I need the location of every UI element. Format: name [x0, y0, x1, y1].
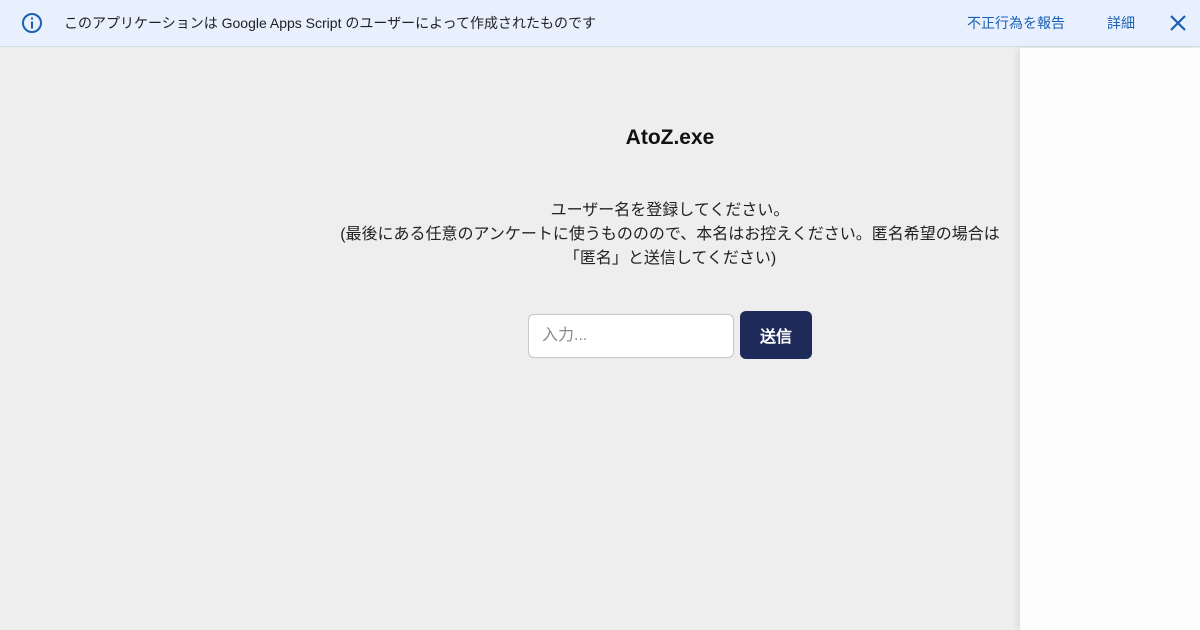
page-title: AtoZ.exe — [625, 126, 715, 149]
banner-message: このアプリケーションは Google Apps Script のユーザーによって… — [64, 15, 596, 31]
instructions-line-1: ユーザー名を登録してください。 — [550, 202, 790, 219]
instructions-line-2: (最後にある任意のアンケートに使うもののので、本名はお控えください。匿名希望の場… — [340, 226, 1000, 243]
close-icon[interactable] — [1168, 13, 1188, 33]
details-link[interactable]: 詳細 — [1107, 14, 1135, 32]
username-input[interactable] — [528, 314, 734, 358]
submit-button[interactable]: 送信 — [740, 311, 812, 359]
notification-banner: このアプリケーションは Google Apps Script のユーザーによって… — [0, 0, 1200, 47]
instructions-text: ユーザー名を登録してください。 (最後にある任意のアンケートに使うもののので、本… — [320, 199, 1020, 271]
app-content-area: AtoZ.exe ユーザー名を登録してください。 (最後にある任意のアンケートに… — [0, 48, 1020, 630]
right-side-panel — [1020, 48, 1200, 630]
instructions-line-3: 「匿名」と送信してください) — [563, 250, 777, 267]
report-abuse-link[interactable]: 不正行為を報告 — [967, 14, 1065, 32]
info-icon — [22, 13, 42, 33]
